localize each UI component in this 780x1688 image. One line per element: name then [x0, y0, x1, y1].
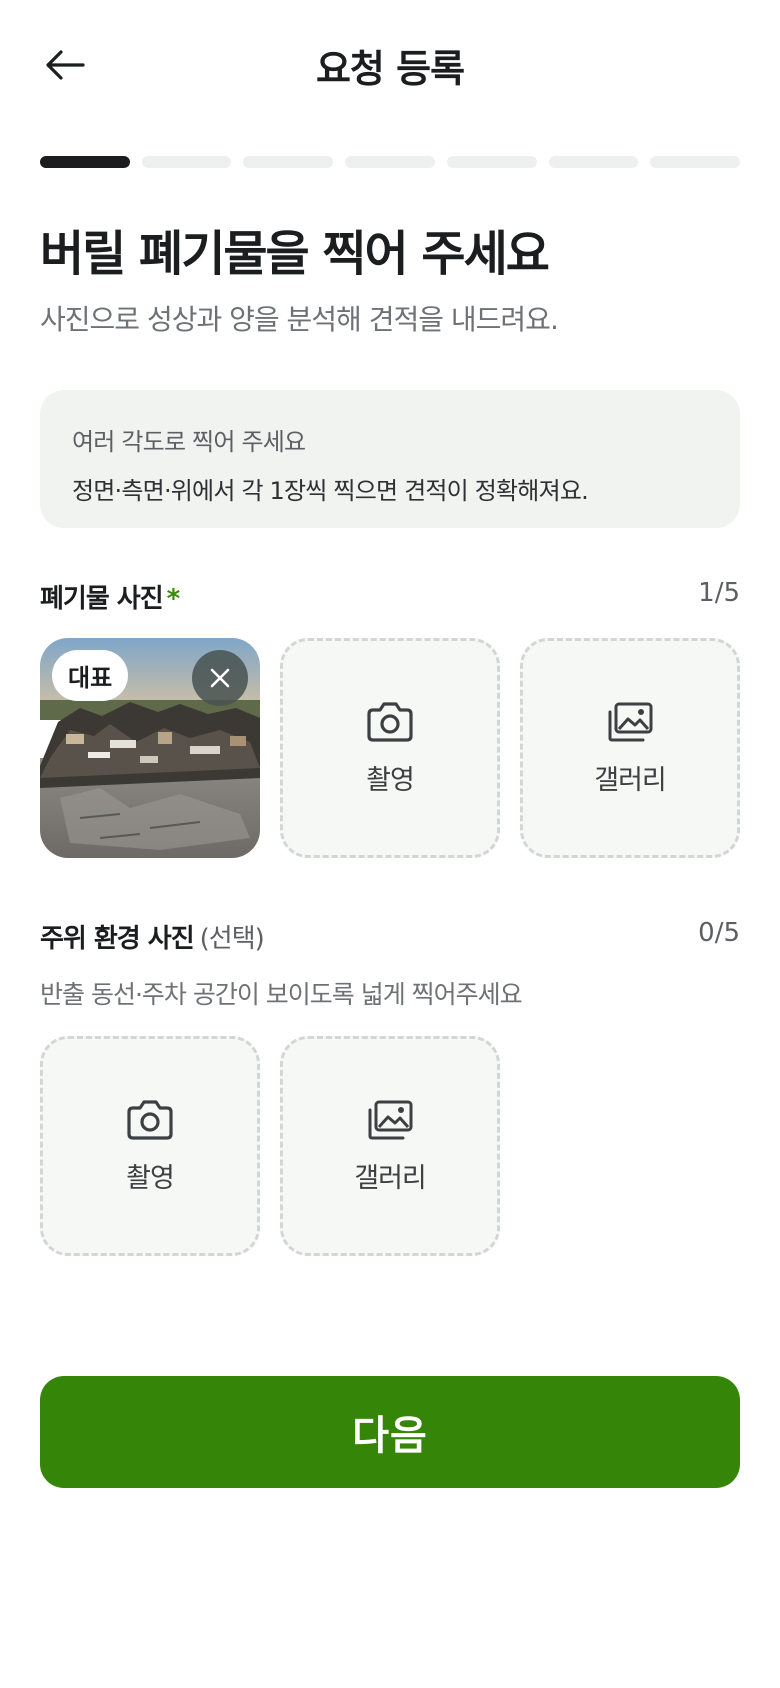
waste-photos-label: 폐기물 사진 * — [40, 578, 181, 615]
progress-step-7 — [650, 156, 741, 168]
surroundings-gallery-button[interactable]: 갤러리 — [280, 1036, 500, 1256]
waste-camera-label: 촬영 — [366, 764, 415, 796]
surroundings-gallery-label: 갤러리 — [354, 1162, 427, 1194]
progress-step-5 — [446, 156, 537, 168]
surroundings-helper-text: 반출 동선·주차 공간이 보이도록 넓게 찍어주세요 — [40, 980, 523, 1009]
tip-box: 여러 각도로 찍어 주세요 정면·측면·위에서 각 1장씩 찍으면 견적이 정확… — [40, 390, 740, 528]
gallery-icon — [368, 1100, 413, 1139]
representative-badge: 대표 — [52, 650, 129, 701]
progress-step-3 — [243, 156, 334, 168]
required-mark: * — [166, 584, 181, 614]
next-button[interactable]: 다음 — [40, 1376, 740, 1488]
tip-heading: 여러 각도로 찍어 주세요 — [72, 428, 306, 456]
camera-icon — [127, 1099, 173, 1140]
waste-photos-count: 1/5 — [698, 578, 740, 608]
progress-step-4 — [345, 156, 435, 168]
camera-icon — [367, 701, 413, 742]
remove-photo-button[interactable] — [192, 650, 248, 706]
surroundings-camera-label: 촬영 — [126, 1162, 175, 1194]
tip-body: 정면·측면·위에서 각 1장씩 찍으면 견적이 정확해져요. — [72, 477, 589, 505]
surroundings-photos-label: 주위 환경 사진 (선택) — [40, 918, 265, 955]
optional-label: (선택) — [199, 924, 265, 954]
waste-gallery-button[interactable]: 갤러리 — [520, 638, 740, 858]
header: 요청 등록 — [0, 0, 780, 130]
progress-step-2 — [141, 156, 232, 168]
progress-step-1 — [40, 156, 130, 168]
close-icon — [210, 668, 230, 688]
surroundings-photos-count: 0/5 — [698, 918, 740, 948]
subtitle: 사진으로 성상과 양을 분석해 견적을 내드려요. — [40, 303, 559, 336]
surroundings-photos-label-text: 주위 환경 사진 — [40, 924, 195, 954]
waste-camera-button[interactable]: 촬영 — [280, 638, 500, 858]
page-title: 요청 등록 — [315, 47, 465, 91]
waste-photos-label-text: 폐기물 사진 — [40, 584, 164, 614]
waste-gallery-label: 갤러리 — [594, 764, 667, 796]
step-progress — [40, 156, 741, 168]
main-title: 버릴 폐기물을 찍어 주세요 — [40, 226, 550, 282]
progress-step-6 — [548, 156, 639, 168]
gallery-icon — [608, 702, 653, 741]
surroundings-camera-button[interactable]: 촬영 — [40, 1036, 260, 1256]
waste-photo-thumbnail[interactable]: 대표 — [40, 638, 260, 858]
